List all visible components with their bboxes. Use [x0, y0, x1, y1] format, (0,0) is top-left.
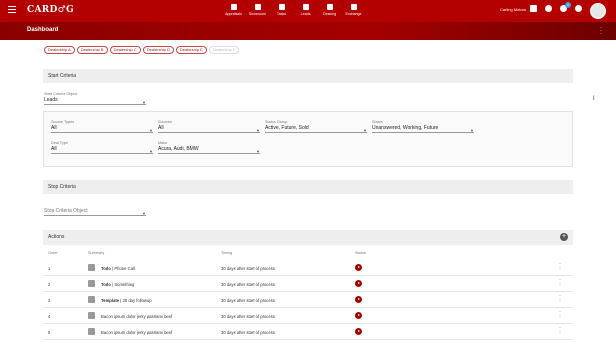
status-label: Status — [372, 120, 383, 124]
text-cursor-icon: I — [593, 96, 595, 102]
stop-object-select[interactable]: Stop Criteria Object ▼ — [44, 208, 146, 216]
make-select[interactable]: Acura, Audi, BMW ▼ — [158, 146, 260, 154]
dealer-name[interactable]: Carling Motors — [500, 7, 526, 12]
start-criteria-header: Start Criteria — [43, 69, 573, 83]
row-more-icon[interactable]: · · · — [559, 293, 561, 304]
row-more-icon[interactable]: · · · — [559, 261, 561, 272]
source-types-label: Source Types — [51, 120, 75, 124]
calendar-icon — [88, 264, 95, 271]
sources-label: Sources — [158, 120, 172, 124]
make-label: Make — [158, 141, 168, 145]
logo[interactable]: CARD♂G — [27, 5, 74, 15]
nav-showroom[interactable]: Showroom — [246, 2, 269, 20]
nav-leads[interactable]: Leads — [294, 2, 317, 20]
play-status-icon[interactable] — [355, 312, 362, 319]
status-select[interactable]: Unanswered, Working, Future ▼ — [372, 125, 474, 133]
sources-select[interactable]: All ▼ — [158, 125, 260, 133]
chip-dealership-b[interactable]: Dealership B — [76, 46, 108, 54]
play-status-icon[interactable] — [355, 264, 362, 271]
col-status: Status — [355, 251, 366, 255]
notification-badge: 1 — [565, 2, 571, 8]
tasks-icon — [278, 4, 285, 10]
table-row[interactable]: 5 Bacon ipsum dolor jerky pastrami beef … — [43, 324, 573, 340]
table-row[interactable]: 2 Todo | Something 30 days after start o… — [43, 276, 573, 292]
play-status-icon[interactable] — [355, 280, 362, 287]
menu-icon[interactable] — [8, 6, 16, 14]
start-filters-panel — [43, 111, 573, 167]
status-group-label: Status Group — [265, 120, 288, 124]
col-summary: Summary — [88, 251, 105, 255]
deal-type-select[interactable]: All ▼ — [51, 146, 153, 154]
dealership-chips: Dealership A Dealership B Dealership C D… — [44, 46, 241, 54]
status-group-select[interactable]: Active, Future, Sold ▼ — [265, 125, 367, 133]
calendar-icon — [88, 280, 95, 287]
exchange-icon — [350, 4, 357, 10]
row-more-icon[interactable]: · · · — [559, 277, 561, 288]
phone-icon — [88, 312, 95, 319]
start-object-select[interactable]: Leads ▼ — [44, 97, 146, 105]
start-object-label: Start Criteria Object — [44, 92, 78, 96]
deal-type-label: Deal Type — [51, 141, 69, 145]
gear-icon[interactable] — [575, 5, 582, 12]
chip-dealership-f[interactable]: Dealership F — [208, 46, 240, 54]
main-nav: Appraisals Showroom Tasks Leads Desking … — [222, 2, 366, 20]
showroom-icon — [254, 4, 261, 10]
add-action-button[interactable]: + — [560, 233, 568, 241]
leads-icon — [302, 4, 309, 10]
desking-icon — [326, 4, 333, 10]
row-more-icon[interactable]: · · · — [559, 309, 561, 320]
nav-tasks[interactable]: Tasks — [270, 2, 293, 20]
col-order: Order — [48, 251, 58, 255]
chat-icon — [88, 328, 95, 335]
page-title: Dashboard — [27, 27, 59, 33]
play-status-icon[interactable] — [355, 328, 362, 335]
table-row[interactable]: 4 Bacon ipsum dolor jerky pastrami beef … — [43, 308, 573, 324]
chip-dealership-d[interactable]: Dealership D — [142, 46, 174, 54]
nav-desking[interactable]: Desking — [318, 2, 341, 20]
avatar[interactable] — [590, 3, 606, 19]
top-bar: CARD♂G Appraisals Showroom Tasks Leads D… — [0, 0, 616, 22]
email-icon — [88, 296, 95, 303]
chip-dealership-e[interactable]: Dealership E — [175, 46, 207, 54]
nav-appraisals[interactable]: Appraisals — [222, 2, 245, 20]
more-icon[interactable]: · · · — [600, 25, 604, 37]
play-status-icon[interactable] — [355, 296, 362, 303]
actions-header: Actions + — [43, 230, 573, 245]
apps-grid-icon[interactable] — [530, 5, 537, 12]
page-header: Dashboard · · · — [0, 22, 616, 40]
appraisal-icon — [230, 4, 237, 10]
help-icon[interactable] — [545, 5, 552, 12]
nav-exchange[interactable]: Exchange — [342, 2, 365, 20]
table-row[interactable]: 1 Todo | Phone Call 30 days after start … — [43, 260, 573, 276]
dropdown-arrow-icon: ▼ — [142, 100, 146, 105]
chip-dealership-c[interactable]: Dealership C — [109, 46, 141, 54]
source-types-select[interactable]: All ▼ — [51, 125, 153, 133]
table-row[interactable]: 3 Template | 30 day followup 30 days aft… — [43, 292, 573, 308]
col-timing: Timing — [221, 251, 233, 255]
stop-criteria-header: Stop Criteria — [43, 180, 573, 194]
chip-dealership-a[interactable]: Dealership A — [44, 46, 75, 54]
row-more-icon[interactable]: · · · — [559, 325, 561, 336]
